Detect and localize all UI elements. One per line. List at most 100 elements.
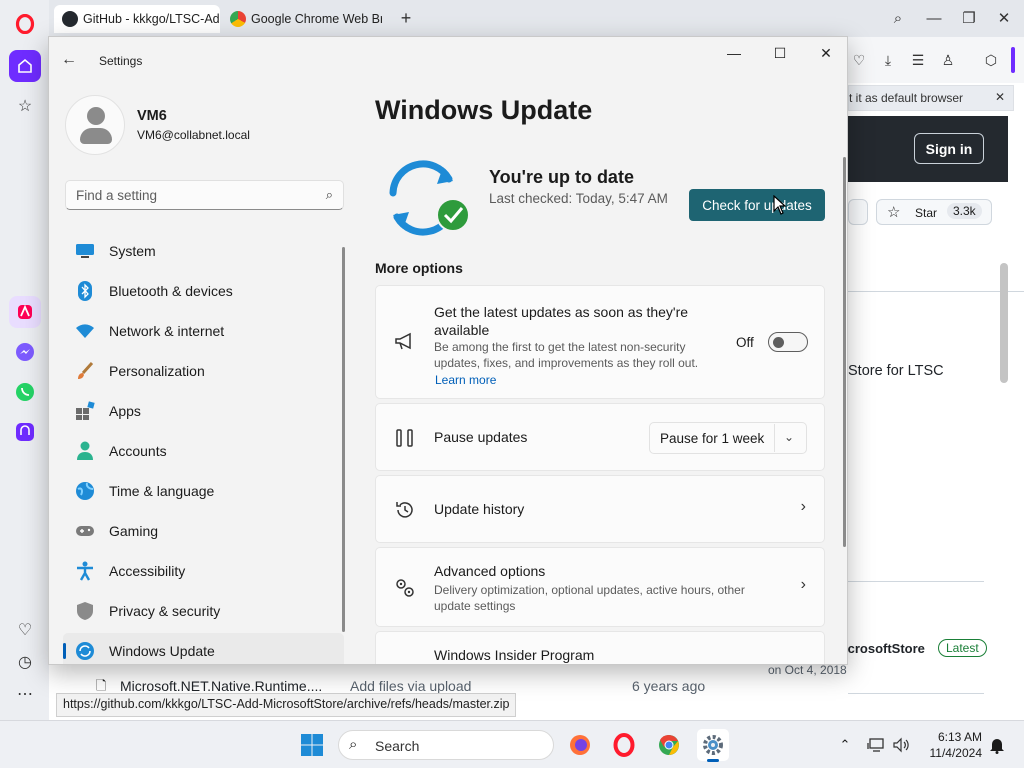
sidebar-item-label: Bluetooth & devices: [109, 283, 233, 299]
tab-label: GitHub - kkkgo/LTSC-Add: [83, 12, 220, 26]
settings-gear-icon[interactable]: [697, 729, 729, 762]
clock-time[interactable]: 6:13 AM: [930, 730, 982, 744]
profile-icon[interactable]: ♙: [939, 51, 957, 69]
sidebar-item-time-language[interactable]: Time & language: [63, 473, 344, 509]
github-logo-icon: [62, 11, 78, 27]
sidebar-item-label: Network & internet: [109, 323, 225, 339]
new-tab-icon[interactable]: +: [389, 4, 423, 32]
tab-github[interactable]: GitHub - kkkgo/LTSC-Add: [54, 5, 220, 33]
sidebar-item-label: Privacy & security: [109, 603, 221, 619]
history-clock-icon[interactable]: ◷: [9, 646, 41, 678]
sidebar-item-bluetooth[interactable]: Bluetooth & devices: [63, 273, 344, 309]
extensions-icon[interactable]: ⬡: [982, 51, 1000, 69]
sidebar-item-system[interactable]: System: [63, 233, 344, 269]
sidebar-scrollbar[interactable]: [342, 247, 345, 632]
bookmarks-star-icon[interactable]: ☆: [9, 90, 41, 122]
pause-updates-title: Pause updates: [434, 429, 528, 445]
heart-icon[interactable]: ♡: [850, 51, 868, 69]
sidebar-item-label: Personalization: [109, 363, 205, 379]
opera-logo-icon[interactable]: [9, 8, 41, 40]
pause-updates-card: Pause updates Pause for 1 week ⌄: [375, 403, 825, 471]
maximize-icon[interactable]: ☐: [757, 37, 803, 69]
star-button[interactable]: ☆ Star 3.3k: [876, 199, 992, 225]
chrome-logo-icon: [230, 11, 246, 27]
tab-strip: GitHub - kkkgo/LTSC-Add Google Chrome We…: [49, 0, 1024, 37]
window-title: Settings: [99, 54, 143, 68]
minimize-icon[interactable]: —: [711, 37, 757, 69]
check-for-updates-button[interactable]: Check for updates: [689, 189, 825, 221]
sidebar-item-gaming[interactable]: Gaming: [63, 513, 344, 549]
system-icon: [75, 241, 95, 261]
sidebar-item-label: Windows Update: [109, 643, 215, 659]
volume-icon[interactable]: [885, 729, 917, 761]
restore-icon[interactable]: ❐: [952, 4, 986, 32]
download-icon[interactable]: ⤓: [879, 51, 897, 69]
sidebar-item-privacy-security[interactable]: Privacy & security: [63, 593, 344, 629]
update-icon: [75, 641, 95, 661]
file-commit-message[interactable]: Add files via upload: [350, 678, 471, 694]
clock-date[interactable]: 11/4/2024: [922, 746, 983, 760]
page-scrollbar[interactable]: [1000, 263, 1008, 383]
sidebar-item-windows-update[interactable]: Windows Update: [63, 633, 344, 664]
search-tabs-icon[interactable]: ⌕: [881, 4, 915, 32]
divider: [848, 693, 984, 694]
sidebar-item-personalization[interactable]: Personalization: [63, 353, 344, 389]
update-history-card[interactable]: Update history ›: [375, 475, 825, 543]
menu-icon[interactable]: ☰: [909, 51, 927, 69]
gears-icon: [394, 577, 416, 599]
user-email: VM6@collabnet.local: [137, 128, 250, 142]
learn-more-link[interactable]: Learn more: [435, 373, 496, 387]
chevron-up-icon[interactable]: ⌃: [829, 729, 861, 761]
pause-duration-select[interactable]: Pause for 1 week ⌄: [649, 422, 807, 454]
chrome-icon[interactable]: [653, 729, 685, 761]
user-name: VM6: [137, 108, 167, 124]
sidebar-item-apps[interactable]: Apps: [63, 393, 344, 429]
close-banner-icon[interactable]: ✕: [995, 90, 1005, 104]
divider: [848, 291, 1024, 292]
settings-window: — ☐ ✕ ← Settings VM6 VM6@collabnet.local…: [48, 36, 848, 665]
sidebar-item-label: Time & language: [109, 483, 215, 499]
toggle-state-label: Off: [736, 335, 754, 350]
release-tag[interactable]: icrosoftStore: [844, 641, 925, 656]
home-icon[interactable]: [9, 50, 41, 82]
whatsapp-icon[interactable]: [9, 376, 41, 408]
firefox-icon[interactable]: [564, 729, 596, 761]
back-arrow-icon[interactable]: ←: [61, 51, 77, 69]
search-input[interactable]: [66, 181, 306, 209]
chevron-right-icon: ›: [800, 576, 806, 593]
close-icon[interactable]: ✕: [987, 4, 1021, 32]
more-icon[interactable]: ⋯: [9, 678, 41, 710]
file-name[interactable]: Microsoft.NET.Native.Runtime....: [120, 678, 322, 694]
accounts-icon: [75, 441, 95, 461]
search-icon: ⌕: [349, 736, 358, 753]
music-player-icon[interactable]: [9, 416, 41, 448]
taskbar-search[interactable]: ⌕ Search: [338, 730, 554, 760]
content-scrollbar[interactable]: [843, 157, 846, 547]
shield-icon: [75, 601, 95, 621]
pause-duration-value: Pause for 1 week: [660, 431, 765, 446]
advanced-options-card[interactable]: Advanced options Delivery optimization, …: [375, 547, 825, 627]
sign-in-button[interactable]: Sign in: [914, 133, 984, 164]
browser-toolbar: ♡ ⤓ ☰ ♙ ⬡: [848, 37, 1024, 83]
messenger-icon[interactable]: [9, 336, 41, 368]
fork-button[interactable]: [848, 199, 868, 225]
minimize-icon[interactable]: —: [917, 4, 951, 32]
notification-bell-icon[interactable]: [981, 729, 1013, 761]
search-icon[interactable]: ⌕: [326, 187, 333, 203]
tab-chrome-store[interactable]: Google Chrome Web Brow: [222, 5, 382, 33]
heart-icon[interactable]: ♡: [9, 614, 41, 646]
insider-program-card[interactable]: Windows Insider Program: [375, 631, 825, 664]
aria-icon[interactable]: [9, 296, 41, 328]
close-icon[interactable]: ✕: [803, 37, 847, 69]
banner-text: t it as default browser: [849, 91, 964, 105]
avatar[interactable]: [65, 95, 125, 155]
sidebar-item-network[interactable]: Network & internet: [63, 313, 344, 349]
opera-icon[interactable]: [608, 729, 640, 761]
latest-updates-toggle[interactable]: [768, 332, 808, 352]
default-browser-banner: t it as default browser ✕: [848, 85, 1014, 111]
network-icon: [75, 321, 95, 341]
sidebar-item-accounts[interactable]: Accounts: [63, 433, 344, 469]
sidebar-item-accessibility[interactable]: Accessibility: [63, 553, 344, 589]
globe-icon: [75, 481, 95, 501]
start-windows-icon[interactable]: [296, 729, 328, 761]
